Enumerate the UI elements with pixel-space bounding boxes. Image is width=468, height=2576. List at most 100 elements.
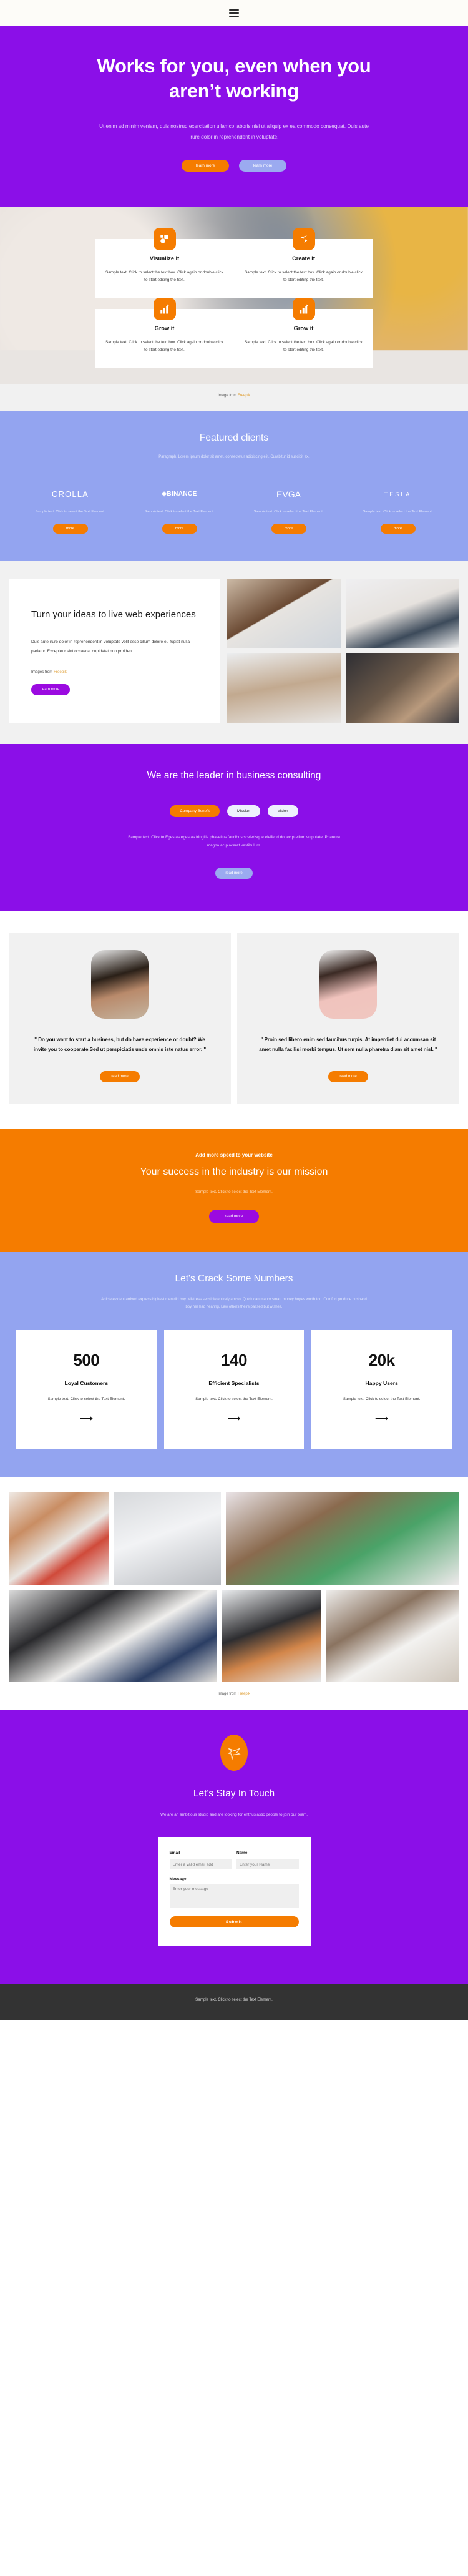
client-more-button[interactable]: more xyxy=(52,523,88,534)
feature-card-title: Grow it xyxy=(154,325,175,331)
shapes-icon xyxy=(153,228,176,251)
testimonial-quote: " Proin sed libero enim sed faucibus tur… xyxy=(259,1036,437,1052)
ideas-text-card: Turn your ideas to live web experiences … xyxy=(9,578,220,723)
testimonials-section: " Do you want to start a business, but d… xyxy=(0,911,468,1129)
feature-card-title: Grow it xyxy=(293,325,314,331)
email-label: Email xyxy=(169,1850,180,1855)
ideas-photo xyxy=(227,653,341,723)
arrow-right-icon[interactable]: ⟶ xyxy=(320,1413,443,1424)
stat-value: 20k xyxy=(368,1350,395,1369)
feature-card-title: Create it xyxy=(292,255,315,262)
feature-card[interactable]: Grow it Sample text. Click to select the… xyxy=(234,297,373,368)
features-image-credit: Image from Freepik xyxy=(0,383,468,411)
node-share-icon xyxy=(292,228,315,251)
cta-section: Add more speed to your website Your succ… xyxy=(0,1128,468,1252)
numbers-title: Let's Crack Some Numbers xyxy=(175,1273,293,1284)
hero-title: Works for you, even when you aren’t work… xyxy=(97,55,371,102)
stat-description: Sample text. Click to select the Text El… xyxy=(343,1396,421,1401)
credit-link[interactable]: Freepik xyxy=(238,394,250,398)
email-field-group: Email xyxy=(169,1850,232,1870)
client-item: CROLLA Sample text. Click to select the … xyxy=(19,486,122,534)
testimonial-read-more-button[interactable]: read more xyxy=(100,1070,140,1082)
leader-read-more-button[interactable]: read more xyxy=(215,867,253,879)
ideas-photo xyxy=(345,653,459,723)
numbers-grid: 500 Loyal Customers Sample text. Click t… xyxy=(16,1329,452,1449)
testimonial-avatar xyxy=(319,949,377,1019)
arrow-right-icon[interactable]: ⟶ xyxy=(25,1413,148,1424)
testimonial-quote: " Do you want to start a business, but d… xyxy=(33,1036,207,1052)
message-field-group: Message xyxy=(169,1877,299,1911)
client-item: EVGA Sample text. Click to select the Te… xyxy=(237,486,340,534)
tab-mission[interactable]: Mission xyxy=(227,805,260,817)
featured-clients-section: Featured clients Paragraph. Lorem ipsum … xyxy=(0,411,468,561)
client-more-button[interactable]: more xyxy=(271,523,306,534)
feature-card[interactable]: Grow it Sample text. Click to select the… xyxy=(95,297,234,368)
contact-section: Let's Stay In Touch We are an ambitious … xyxy=(0,1710,468,1984)
stat-description: Sample text. Click to select the Text El… xyxy=(47,1396,125,1401)
clients-logo-grid: CROLLA Sample text. Click to select the … xyxy=(19,486,449,534)
submit-button[interactable]: Submit xyxy=(169,1916,299,1928)
testimonial-read-more-button[interactable]: read more xyxy=(328,1070,368,1082)
stat-label: Loyal Customers xyxy=(64,1379,109,1386)
credit-link[interactable]: Freepik xyxy=(238,1692,250,1696)
tab-vision[interactable]: Vision xyxy=(267,805,298,817)
gallery-photo xyxy=(9,1492,109,1585)
gallery-photo xyxy=(226,1492,459,1585)
ideas-photo xyxy=(227,578,341,649)
credit-link[interactable]: Freepik xyxy=(54,670,67,674)
leader-paragraph: Sample text. Click to Egestas egestas fr… xyxy=(128,835,340,848)
client-text: Sample text. Click to select the Text El… xyxy=(253,509,324,514)
numbers-intro: Article evident arrived express highest … xyxy=(101,1297,367,1309)
hero-button-group: learn more learn more xyxy=(37,160,431,172)
cta-read-more-button[interactable]: read more xyxy=(209,1209,259,1223)
credit-prefix: Image from xyxy=(217,393,238,398)
stat-value: 500 xyxy=(73,1350,100,1369)
stat-label: Happy Users xyxy=(365,1379,398,1386)
email-input[interactable] xyxy=(169,1859,232,1870)
ideas-image-credit: Images from Freepik xyxy=(31,670,198,674)
binance-logo: ◈ BINANCE xyxy=(162,491,197,498)
footer-text: Sample text. Click to select the Text El… xyxy=(195,1997,273,2002)
hero-primary-button[interactable]: learn more xyxy=(182,160,229,172)
feature-card-text: Sample text. Click to select the text bo… xyxy=(245,340,363,352)
client-text: Sample text. Click to select the Text El… xyxy=(35,509,105,514)
stat-card[interactable]: 20k Happy Users Sample text. Click to se… xyxy=(311,1329,452,1449)
testimonial-card: " Do you want to start a business, but d… xyxy=(9,932,231,1104)
message-textarea[interactable] xyxy=(169,1884,299,1908)
client-item: ◈ BINANCE Sample text. Click to select th… xyxy=(128,486,231,534)
client-item: TESLA Sample text. Click to select the T… xyxy=(346,486,449,534)
leader-title: We are the leader in business consulting xyxy=(147,770,321,781)
cta-paragraph: Sample text. Click to select the Text El… xyxy=(195,1189,273,1194)
contact-form: Email Name Message Submit xyxy=(157,1836,311,1947)
contact-lead: We are an ambitious studio and are looki… xyxy=(160,1813,308,1818)
stat-label: Efficient Specialists xyxy=(208,1379,260,1386)
gallery-photo xyxy=(326,1590,459,1683)
hamburger-menu-icon[interactable] xyxy=(229,9,239,17)
ideas-paragraph: Duis aute irure dolor in reprehenderit i… xyxy=(31,639,190,654)
gallery-row xyxy=(9,1590,459,1683)
gallery-image-credit: Image from Freepik xyxy=(9,1682,459,1710)
feature-card-text: Sample text. Click to select the text bo… xyxy=(105,270,223,282)
ideas-learn-more-button[interactable]: learn more xyxy=(31,684,70,696)
credit-prefix: Image from xyxy=(217,1692,238,1697)
tab-company-benefit[interactable]: Company Benefit xyxy=(170,805,220,817)
client-more-button[interactable]: more xyxy=(380,523,416,534)
feature-card[interactable]: Create it Sample text. Click to select t… xyxy=(234,228,373,298)
stat-card[interactable]: 500 Loyal Customers Sample text. Click t… xyxy=(16,1329,157,1449)
leader-tab-group: Company Benefit Mission Vision xyxy=(37,805,431,817)
client-text: Sample text. Click to select the Text El… xyxy=(144,509,215,514)
bar-chart-growth-icon xyxy=(153,297,176,320)
hero-secondary-button[interactable]: learn more xyxy=(239,160,286,172)
gallery-photo xyxy=(114,1492,221,1585)
gallery-row xyxy=(9,1492,459,1585)
name-field-group: Name xyxy=(236,1851,299,1870)
feature-card[interactable]: Visualize it Sample text. Click to selec… xyxy=(95,228,234,298)
stat-card[interactable]: 140 Efficient Specialists Sample text. C… xyxy=(163,1329,305,1449)
ideas-title: Turn your ideas to live web experiences xyxy=(31,609,196,620)
numbers-section: Let's Crack Some Numbers Article evident… xyxy=(0,1251,468,1478)
arrow-right-icon[interactable]: ⟶ xyxy=(173,1413,296,1424)
name-input[interactable] xyxy=(236,1859,299,1870)
client-more-button[interactable]: more xyxy=(162,523,197,534)
clients-subtitle: Paragraph. Lorem ipsum dolor sit amet, c… xyxy=(158,454,310,459)
features-grid: Visualize it Sample text. Click to selec… xyxy=(95,228,373,368)
